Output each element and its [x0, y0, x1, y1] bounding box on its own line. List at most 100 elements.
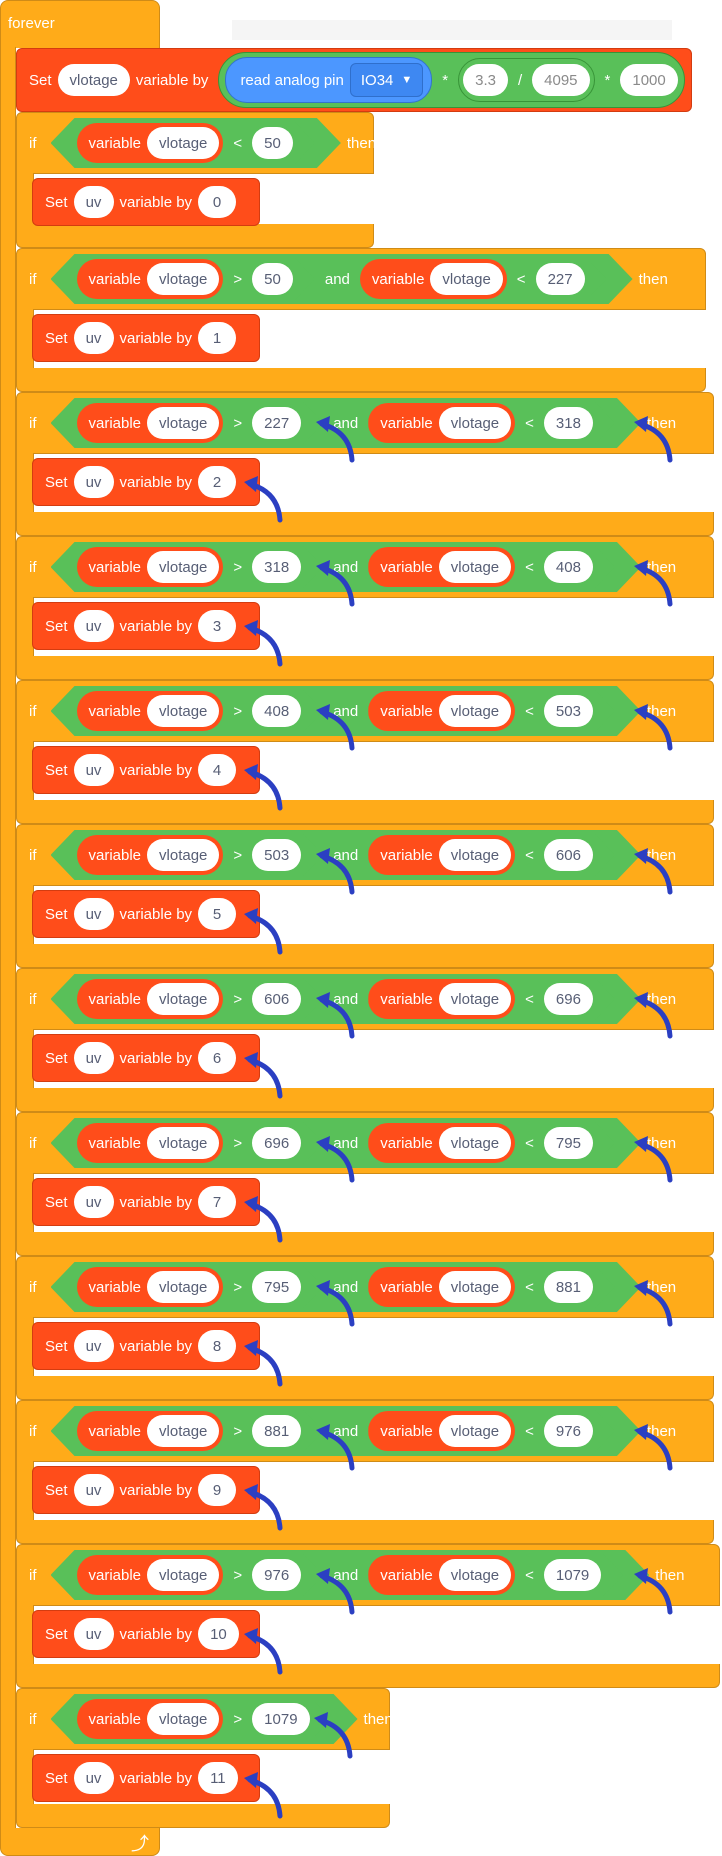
variable-name[interactable]: vlotage [439, 1271, 511, 1303]
comparison-single[interactable]: variable vlotage <50 [77, 122, 315, 164]
uv-variable-field[interactable]: uv [73, 1618, 114, 1650]
condition[interactable]: variable vlotage >318 and variable vlotage <40… [51, 542, 641, 592]
comparison-low[interactable]: variable vlotage >503 [77, 834, 324, 876]
if-block-1[interactable]: if variable vlotage <50 then [16, 112, 376, 174]
set-uv-block[interactable]: Set uv variable by 2 [32, 458, 260, 506]
if-block-9[interactable]: if variable vlotage >795 and variable vlotage <… [16, 1256, 714, 1318]
threshold-value[interactable]: 503 [544, 695, 593, 727]
comparison-single[interactable]: variable vlotage >1079 [77, 1698, 332, 1740]
variable-name[interactable]: vlotage [147, 127, 219, 159]
if-block-3[interactable]: if variable vlotage >227 and variable vlotage <… [16, 392, 714, 454]
forever-block[interactable]: forever [0, 0, 160, 48]
threshold-value[interactable]: 881 [252, 1415, 301, 1447]
threshold-value[interactable]: 795 [544, 1127, 593, 1159]
uv-variable-field[interactable]: uv [73, 466, 114, 498]
threshold-value[interactable]: 795 [252, 1271, 301, 1303]
comparison-high[interactable]: variable vlotage <503 [368, 690, 615, 732]
comparison-low[interactable]: variable vlotage >696 [77, 1122, 324, 1164]
comparison-low[interactable]: variable vlotage >318 [77, 546, 324, 588]
variable-name[interactable]: vlotage [147, 695, 219, 727]
variable-reporter[interactable]: variable vlotage [77, 1411, 224, 1451]
variable-name[interactable]: vlotage [439, 1415, 511, 1447]
comparison-high[interactable]: variable vlotage <795 [368, 1122, 615, 1164]
comparison-low[interactable]: variable vlotage >606 [77, 978, 324, 1020]
comparison-high[interactable]: variable vlotage <227 [360, 258, 607, 300]
variable-name[interactable]: vlotage [430, 263, 502, 295]
if-block-7[interactable]: if variable vlotage >606 and variable vlotage <… [16, 968, 714, 1030]
variable-reporter[interactable]: variable vlotage [77, 1123, 224, 1163]
uv-variable-field[interactable]: uv [73, 1762, 114, 1794]
comparison-high[interactable]: variable vlotage <976 [368, 1410, 615, 1452]
variable-name[interactable]: vlotage [147, 1271, 219, 1303]
uv-variable-field[interactable]: uv [73, 610, 114, 642]
condition[interactable]: variable vlotage >606 and variable vlotage <69… [51, 974, 641, 1024]
variable-name[interactable]: vlotage [439, 1559, 511, 1591]
uv-variable-field[interactable]: uv [73, 898, 114, 930]
value-3-3[interactable]: 3.3 [463, 64, 508, 96]
threshold-value[interactable]: 976 [544, 1415, 593, 1447]
condition[interactable]: variable vlotage >795 and variable vlotage <88… [51, 1262, 641, 1312]
variable-reporter[interactable]: variable vlotage [368, 1411, 515, 1451]
multiply-operator[interactable]: read analog pin IO34 ▼ * 3.3 / 4095 * 10… [218, 52, 685, 108]
threshold-value[interactable]: 408 [544, 551, 593, 583]
if-block-6[interactable]: if variable vlotage >503 and variable vlotage <… [16, 824, 714, 886]
variable-reporter[interactable]: variable vlotage [77, 1699, 224, 1739]
variable-name-field[interactable]: vlotage [57, 64, 130, 96]
uv-value-field[interactable]: 7 [198, 1186, 237, 1218]
set-uv-block[interactable]: Set uv variable by 6 [32, 1034, 260, 1082]
condition[interactable]: variable vlotage <50 [51, 118, 341, 168]
comparison-low[interactable]: variable vlotage >795 [77, 1266, 324, 1308]
threshold-value[interactable]: 318 [252, 551, 301, 583]
threshold-value[interactable]: 227 [252, 407, 301, 439]
variable-reporter[interactable]: variable vlotage [368, 1555, 515, 1595]
threshold-value[interactable]: 50 [252, 263, 293, 295]
if-block-5[interactable]: if variable vlotage >408 and variable vlotage <… [16, 680, 714, 742]
condition[interactable]: variable vlotage >227 and variable vlotage <31… [51, 398, 641, 448]
comparison-low[interactable]: variable vlotage >881 [77, 1410, 324, 1452]
set-vlotage-block[interactable]: Set vlotage variable by read analog pin … [16, 48, 692, 112]
threshold-value[interactable]: 976 [252, 1559, 301, 1591]
variable-name[interactable]: vlotage [147, 407, 219, 439]
set-uv-block[interactable]: Set uv variable by 1 [32, 314, 260, 362]
variable-name[interactable]: vlotage [147, 1415, 219, 1447]
threshold-value[interactable]: 1079 [252, 1703, 309, 1735]
set-uv-block[interactable]: Set uv variable by 11 [32, 1754, 260, 1802]
comparison-high[interactable]: variable vlotage <1079 [368, 1554, 623, 1596]
variable-reporter[interactable]: variable vlotage [368, 547, 515, 587]
variable-name[interactable]: vlotage [439, 839, 511, 871]
variable-reporter[interactable]: variable vlotage [77, 123, 224, 163]
variable-name[interactable]: vlotage [439, 695, 511, 727]
uv-value-field[interactable]: 2 [198, 466, 237, 498]
variable-reporter[interactable]: variable vlotage [368, 403, 515, 443]
set-uv-block[interactable]: Set uv variable by 8 [32, 1322, 260, 1370]
condition[interactable]: variable vlotage >976 and variable vlotage <10… [51, 1550, 650, 1600]
variable-name[interactable]: vlotage [439, 983, 511, 1015]
comparison-low[interactable]: variable vlotage >408 [77, 690, 324, 732]
comparison-high[interactable]: variable vlotage <696 [368, 978, 615, 1020]
uv-variable-field[interactable]: uv [73, 1330, 114, 1362]
uv-value-field[interactable]: 10 [198, 1618, 239, 1650]
set-uv-block[interactable]: Set uv variable by 5 [32, 890, 260, 938]
variable-reporter[interactable]: variable vlotage [368, 1123, 515, 1163]
if-block-11[interactable]: if variable vlotage >976 and variable vlotage <… [16, 1544, 720, 1606]
variable-reporter[interactable]: variable vlotage [77, 1267, 224, 1307]
uv-value-field[interactable]: 3 [198, 610, 237, 642]
comparison-high[interactable]: variable vlotage <318 [368, 402, 615, 444]
threshold-value[interactable]: 318 [544, 407, 593, 439]
variable-reporter[interactable]: variable vlotage [368, 979, 515, 1019]
variable-name[interactable]: vlotage [147, 1703, 219, 1735]
variable-reporter[interactable]: variable vlotage [77, 259, 224, 299]
uv-value-field[interactable]: 1 [198, 322, 237, 354]
variable-reporter[interactable]: variable vlotage [368, 691, 515, 731]
divide-operator[interactable]: 3.3 / 4095 [458, 58, 595, 102]
condition[interactable]: variable vlotage >881 and variable vlotage <97… [51, 1406, 641, 1456]
comparison-high[interactable]: variable vlotage <881 [368, 1266, 615, 1308]
uv-value-field[interactable]: 9 [198, 1474, 237, 1506]
value-4095[interactable]: 4095 [532, 64, 590, 96]
set-uv-block[interactable]: Set uv variable by 7 [32, 1178, 260, 1226]
set-uv-block[interactable]: Set uv variable by 10 [32, 1610, 260, 1658]
set-uv-block[interactable]: Set uv variable by 0 [32, 178, 260, 226]
condition[interactable]: variable vlotage >1079 [51, 1694, 358, 1744]
threshold-value[interactable]: 1079 [544, 1559, 601, 1591]
condition[interactable]: variable vlotage >50 and variable vlotage <227 [51, 254, 633, 304]
